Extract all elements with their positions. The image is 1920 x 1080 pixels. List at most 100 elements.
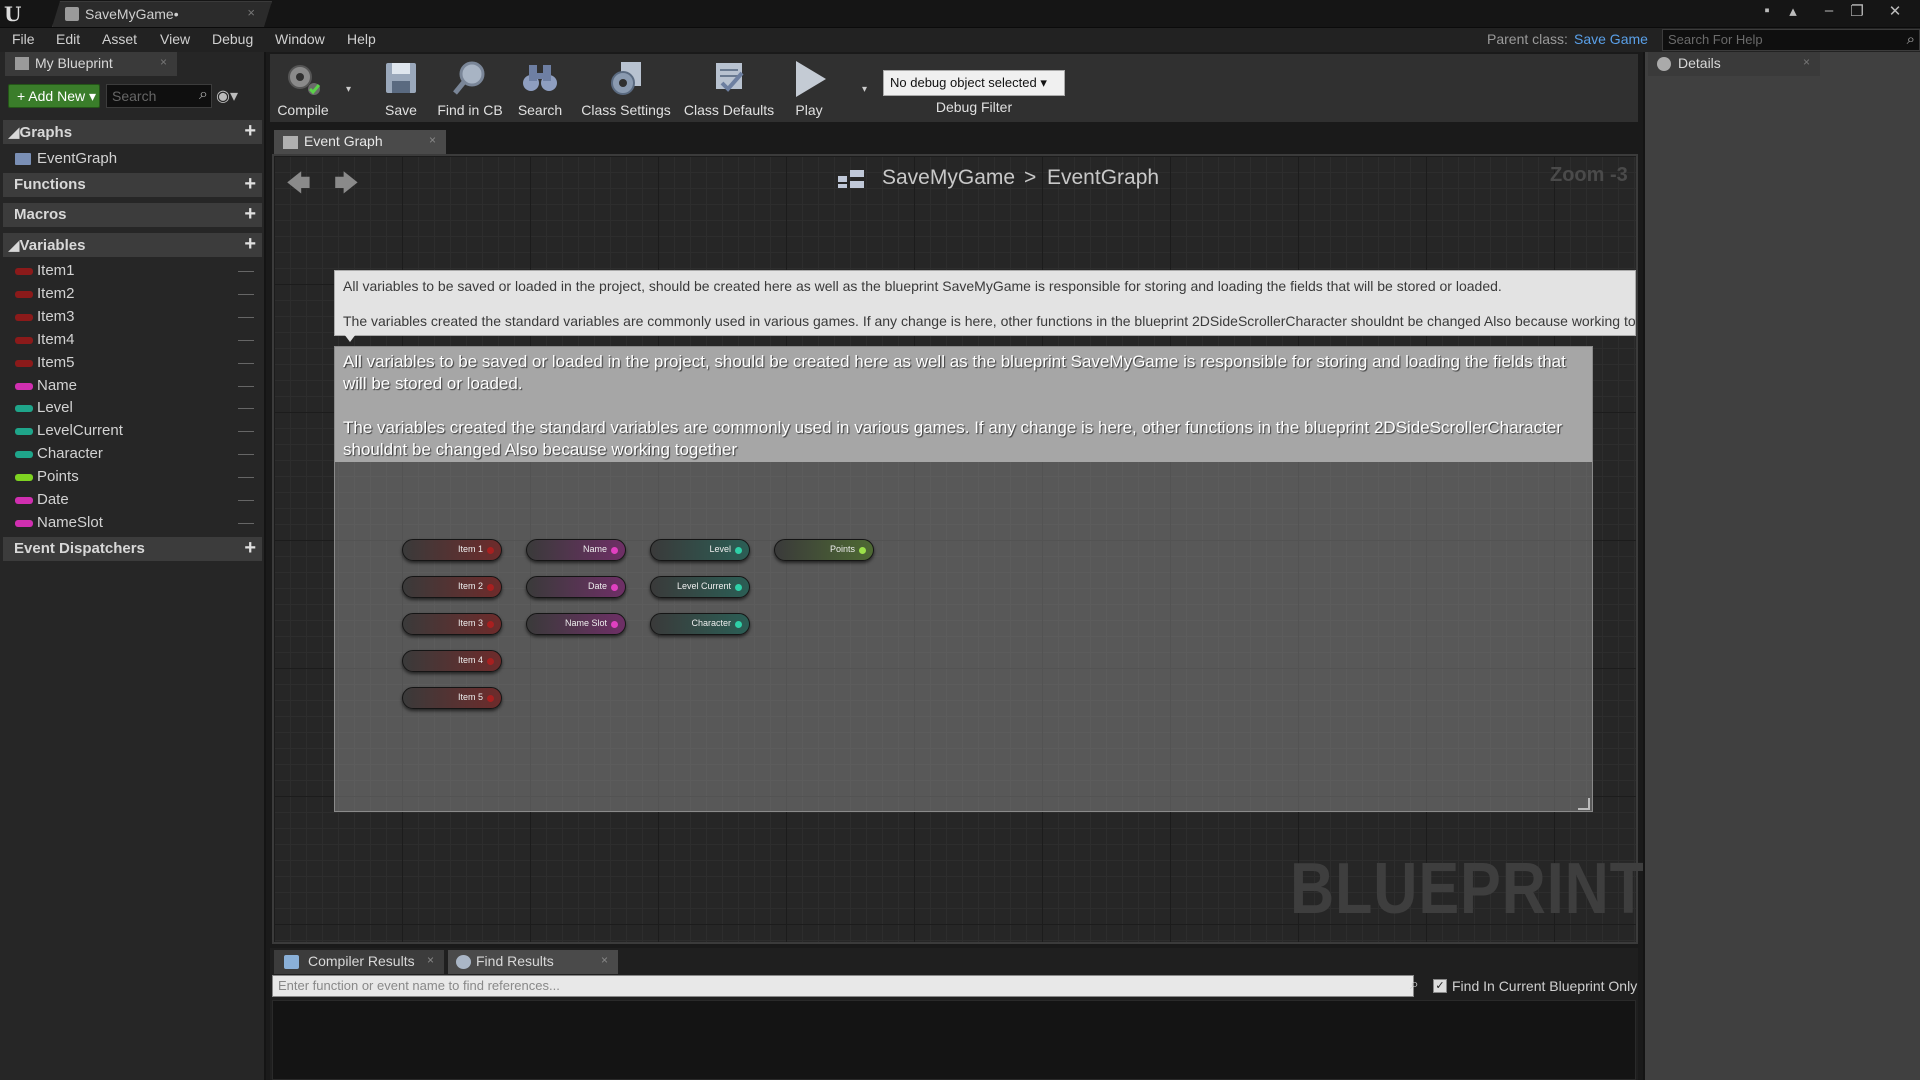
parent-class-link[interactable]: Save Game xyxy=(1574,31,1648,47)
add-event-dispatcher-icon[interactable]: + xyxy=(244,537,256,560)
debug-object-select[interactable]: No debug object selected ▾ xyxy=(883,70,1065,96)
section-functions[interactable]: Functions + xyxy=(3,173,262,197)
variable-item[interactable]: Name xyxy=(0,375,262,398)
variable-visibility-icon[interactable] xyxy=(238,316,254,319)
variable-node[interactable]: Item 4 xyxy=(402,650,502,672)
close-tab-icon[interactable]: × xyxy=(427,953,434,967)
menu-asset[interactable]: Asset xyxy=(102,31,137,47)
variable-visibility-icon[interactable] xyxy=(238,522,254,525)
menu-window[interactable]: Window xyxy=(275,31,325,47)
view-options-eye-icon[interactable]: ◉▾ xyxy=(216,86,256,106)
find-references-input[interactable]: Enter function or event name to find ref… xyxy=(272,975,1414,997)
variable-visibility-icon[interactable] xyxy=(238,385,254,388)
back-arrow-icon[interactable]: 🡄 xyxy=(286,166,311,207)
close-tab-icon[interactable]: × xyxy=(429,133,436,147)
variable-visibility-icon[interactable] xyxy=(238,454,254,456)
variable-visibility-icon[interactable] xyxy=(238,408,254,410)
comment-bubble[interactable]: All variables to be saved or loaded in t… xyxy=(334,270,1636,336)
section-macros[interactable]: Macros + xyxy=(3,203,262,227)
add-function-icon[interactable]: + xyxy=(244,173,256,196)
tab-find-results[interactable]: Find Results × xyxy=(448,950,618,974)
menu-file[interactable]: File xyxy=(12,31,35,47)
variable-node[interactable]: Item 3 xyxy=(402,613,502,635)
learn-icon[interactable]: ▴ xyxy=(1782,2,1804,22)
close-icon[interactable]: ✕ xyxy=(1884,2,1906,22)
tab-event-graph[interactable]: Event Graph × xyxy=(274,130,446,154)
output-pin-icon[interactable] xyxy=(487,547,494,554)
variable-item[interactable]: NameSlot xyxy=(0,512,262,535)
variable-item[interactable]: Item3 xyxy=(0,306,262,329)
output-pin-icon[interactable] xyxy=(487,584,494,591)
graph-item-eventgraph[interactable]: EventGraph xyxy=(0,148,262,171)
tab-compiler-results[interactable]: Compiler Results × xyxy=(274,950,444,974)
section-variables[interactable]: ◢Variables + xyxy=(3,233,262,257)
blueprint-search-input[interactable]: Search ⌕ xyxy=(106,84,212,108)
variable-item[interactable]: LevelCurrent xyxy=(0,420,262,443)
variable-visibility-icon[interactable] xyxy=(238,431,254,433)
variable-node[interactable]: Points xyxy=(774,539,874,561)
section-event-dispatchers[interactable]: Event Dispatchers + xyxy=(3,537,262,561)
variable-node[interactable]: Name Slot xyxy=(526,613,626,635)
variable-item[interactable]: Character xyxy=(0,443,262,466)
variable-item[interactable]: Item4 xyxy=(0,329,262,352)
variable-visibility-icon[interactable] xyxy=(238,500,254,502)
search-icon[interactable]: ⌕ xyxy=(1410,976,1419,994)
menu-edit[interactable]: Edit xyxy=(56,31,80,47)
variable-item[interactable]: Level xyxy=(0,397,262,420)
play-button[interactable]: Play xyxy=(784,54,834,122)
add-new-button[interactable]: + Add New ▾ xyxy=(8,84,100,108)
variable-node[interactable]: Item 2 xyxy=(402,576,502,598)
variable-item[interactable]: Item2 xyxy=(0,283,262,306)
output-pin-icon[interactable] xyxy=(611,621,618,628)
variable-item[interactable]: Item1 xyxy=(0,260,262,283)
feedback-icon[interactable]: ▪ xyxy=(1756,2,1778,22)
close-tab-icon[interactable]: × xyxy=(1803,55,1810,69)
menu-help[interactable]: Help xyxy=(347,31,376,47)
menu-debug[interactable]: Debug xyxy=(212,31,253,47)
variable-item[interactable]: Date xyxy=(0,489,262,512)
minimize-icon[interactable]: – xyxy=(1818,2,1840,22)
resize-grip-icon[interactable] xyxy=(1578,798,1590,810)
variable-node[interactable]: Item 1 xyxy=(402,539,502,561)
variable-node[interactable]: Level Current xyxy=(650,576,750,598)
play-options-dropdown-icon[interactable]: ▾ xyxy=(862,84,867,95)
variable-node[interactable]: Level xyxy=(650,539,750,561)
search-button[interactable]: Search xyxy=(510,54,570,122)
forward-arrow-icon[interactable]: 🡆 xyxy=(334,166,359,207)
output-pin-icon[interactable] xyxy=(859,547,866,554)
tab-details[interactable]: Details × xyxy=(1648,52,1820,76)
save-button[interactable]: Save xyxy=(373,54,429,122)
close-tab-icon[interactable]: × xyxy=(247,5,255,20)
section-graphs[interactable]: ◢Graphs + xyxy=(3,120,262,144)
variable-item[interactable]: Item5 xyxy=(0,352,262,375)
output-pin-icon[interactable] xyxy=(487,621,494,628)
variable-visibility-icon[interactable] xyxy=(238,362,254,365)
output-pin-icon[interactable] xyxy=(611,547,618,554)
variable-node[interactable]: Name xyxy=(526,539,626,561)
output-pin-icon[interactable] xyxy=(611,584,618,591)
help-search-input[interactable]: Search For Help ⌕ xyxy=(1662,29,1920,51)
output-pin-icon[interactable] xyxy=(735,621,742,628)
variable-visibility-icon[interactable] xyxy=(238,339,254,342)
document-tab[interactable]: SaveMyGame• × xyxy=(52,1,272,27)
compile-options-dropdown-icon[interactable]: ▾ xyxy=(346,84,351,95)
close-tab-icon[interactable]: × xyxy=(601,953,608,967)
variable-node[interactable]: Date xyxy=(526,576,626,598)
add-macro-icon[interactable]: + xyxy=(244,203,256,226)
compile-button[interactable]: Compile xyxy=(270,54,336,122)
class-settings-button[interactable]: Class Settings xyxy=(578,54,674,122)
my-blueprint-tab[interactable]: My Blueprint × xyxy=(5,52,177,76)
variable-item[interactable]: Points xyxy=(0,466,262,489)
breadcrumb-savemygame[interactable]: SaveMyGame xyxy=(882,166,1015,190)
variable-node[interactable]: Item 5 xyxy=(402,687,502,709)
output-pin-icon[interactable] xyxy=(487,658,494,665)
close-tab-icon[interactable]: × xyxy=(160,55,167,69)
variable-visibility-icon[interactable] xyxy=(238,293,254,296)
variable-visibility-icon[interactable] xyxy=(238,271,254,273)
menu-view[interactable]: View xyxy=(160,31,190,47)
output-pin-icon[interactable] xyxy=(735,584,742,591)
variable-visibility-icon[interactable] xyxy=(238,477,254,479)
restore-icon[interactable]: ❐ xyxy=(1846,2,1868,22)
find-in-current-checkbox[interactable]: ✓ xyxy=(1433,979,1447,993)
class-defaults-button[interactable]: Class Defaults xyxy=(682,54,776,122)
